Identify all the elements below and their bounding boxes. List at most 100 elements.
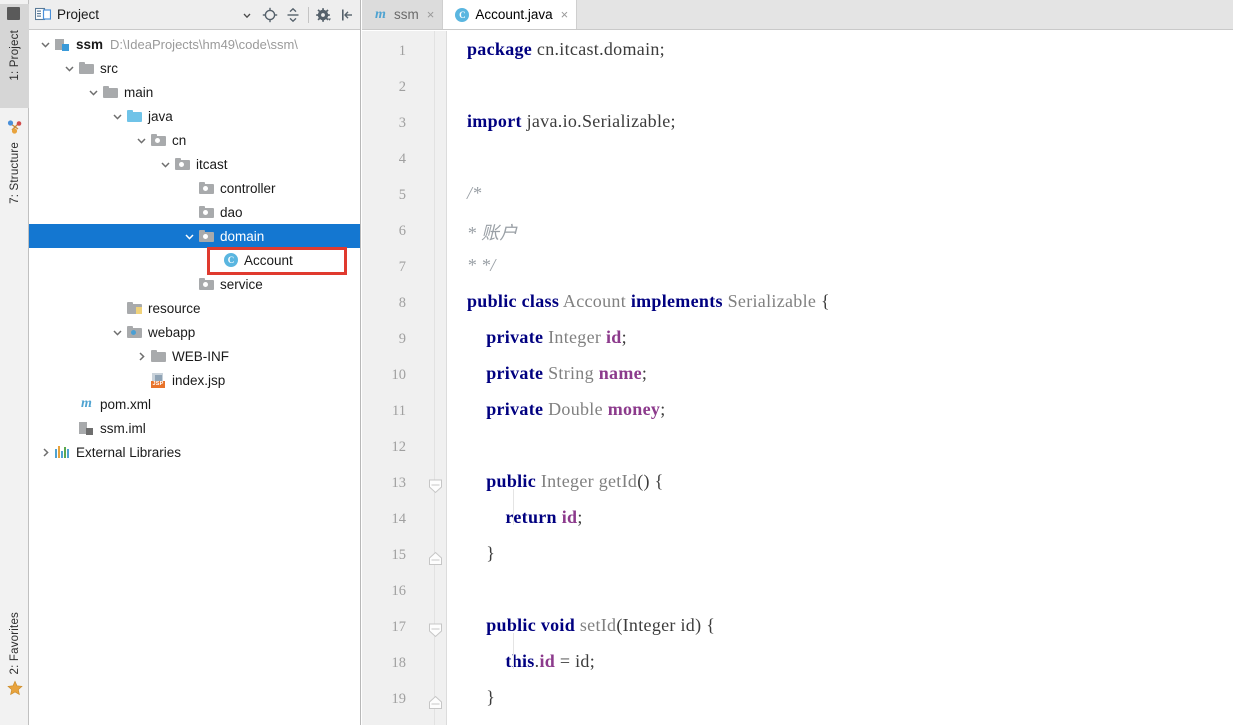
chevron-down-icon[interactable] [37,32,54,56]
code-fold-marker[interactable] [428,479,443,494]
star-icon [6,680,23,696]
line-number: 1 [398,43,406,59]
tree-item-label: ssm.iml [100,420,146,436]
project-panel-header: Project [29,0,360,30]
editor-tab-bar: m ssm × C Account.java × [362,0,1233,30]
module-icon [54,36,71,52]
left-tool-window-bar: 1: Project 7: Structure 2: Favorites [0,0,29,725]
tool-button-favorites-label: 2: Favorites [8,612,21,675]
library-icon [54,444,71,460]
code-token: package [467,39,533,59]
package-icon [198,204,215,220]
tree-item-service[interactable]: service [29,272,360,296]
code-token: id [605,327,622,347]
code-token: } [467,687,496,707]
line-number: 3 [398,115,406,131]
tree-item-pom-xml[interactable]: m pom.xml [29,392,360,416]
view-options-dropdown-icon[interactable] [236,4,258,26]
code-token: cn.itcast.domain; [532,39,665,59]
code-token: setId [575,615,617,635]
chevron-down-icon[interactable] [157,152,174,176]
folder-grey-icon [150,348,167,364]
tree-item-src[interactable]: src [29,56,360,80]
chevron-right-icon[interactable] [133,344,150,368]
code-fold-marker[interactable] [428,551,443,566]
toolbar-separator [308,7,309,23]
code-fold-marker[interactable] [428,695,443,710]
project-tree[interactable]: ssm D:\IdeaProjects\hm49\code\ssm\ src main… [29,30,360,464]
folder-grey-icon [102,84,119,100]
tree-item-controller[interactable]: controller [29,176,360,200]
chevron-down-icon[interactable] [85,80,102,104]
tool-button-project-label: 1: Project [8,30,21,81]
tree-item-java[interactable]: java [29,104,360,128]
tree-item-index-jsp[interactable]: JSP index.jsp [29,368,360,392]
editor-tab-account-java[interactable]: C Account.java × [443,0,578,29]
tree-item-resource[interactable]: resource [29,296,360,320]
tool-button-project[interactable]: 1: Project [0,4,29,108]
folder-source-icon [126,108,143,124]
settings-gear-icon[interactable] [313,4,335,26]
chevron-down-icon[interactable] [109,320,126,344]
tree-item-external-libs[interactable]: External Libraries [29,440,360,464]
chevron-down-icon[interactable] [133,128,150,152]
tree-item-domain[interactable]: domain [29,224,360,248]
maven-file-icon: m [81,396,92,411]
code-token: Double [543,399,608,419]
structure-icon [7,119,23,135]
tool-button-favorites[interactable]: 2: Favorites [0,609,29,719]
chevron-down-icon[interactable] [61,56,78,80]
java-class-icon: C [453,7,470,23]
tree-item-webapp[interactable]: webapp [29,320,360,344]
close-tab-icon[interactable]: × [559,7,569,22]
line-number: 5 [398,187,406,203]
tree-item-cn[interactable]: cn [29,128,360,152]
tree-item-main[interactable]: main [29,80,360,104]
editor-tab-ssm[interactable]: m ssm × [362,0,444,29]
code-token: java.io.Serializable; [521,111,676,131]
tree-item-dao[interactable]: dao [29,200,360,224]
close-tab-icon[interactable]: × [425,7,435,22]
chevron-down-icon[interactable] [109,104,126,128]
editor-tab-label: ssm [394,7,419,22]
code-token: private [486,363,544,383]
tree-item-itcast[interactable]: itcast [29,152,360,176]
code-token: getId [598,471,638,491]
tree-item-web-inf[interactable]: WEB-INF [29,344,360,368]
tree-item-account-class[interactable]: C Account [29,248,360,272]
tree-item-ssm-iml[interactable]: ssm.iml [29,416,360,440]
code-token: Serializable [722,291,821,311]
code-token: } [467,543,496,563]
code-token: /* [467,183,482,203]
chevron-right-icon[interactable] [37,440,54,464]
code-token: Integer [543,327,606,347]
code-token: (Integer id) { [616,615,716,635]
tree-item-label: domain [220,228,265,244]
scroll-from-source-icon[interactable] [259,4,281,26]
tool-button-structure[interactable]: 7: Structure [0,116,29,234]
hide-panel-icon[interactable] [336,4,358,26]
code-token: ; [621,327,627,347]
code-token: private [486,327,544,347]
tree-item-path: D:\IdeaProjects\hm49\code\ssm\ [110,36,298,52]
editor-gutter[interactable]: 1 2 3 4 5 6 7 8 9 10 11 12 13 14 15 16 17 18 19 [362,31,447,725]
tree-item-ssm-root[interactable]: ssm D:\IdeaProjects\hm49\code\ssm\ [29,32,360,56]
folder-grey-icon [78,60,95,76]
collapse-all-icon[interactable] [282,4,304,26]
chevron-down-icon[interactable] [181,224,198,248]
project-panel-title-group[interactable]: Project [34,7,100,22]
tree-item-label: WEB-INF [172,348,229,364]
iml-file-icon [78,420,95,436]
tree-item-label: webapp [148,324,196,340]
code-token: * 账户 [467,223,518,243]
code-line: package cn.itcast.domain; [467,39,665,60]
code-fold-marker[interactable] [428,623,443,638]
project-panel-title: Project [57,7,100,22]
code-text-area[interactable]: package cn.itcast.domain; import java.io.… [447,31,1233,725]
